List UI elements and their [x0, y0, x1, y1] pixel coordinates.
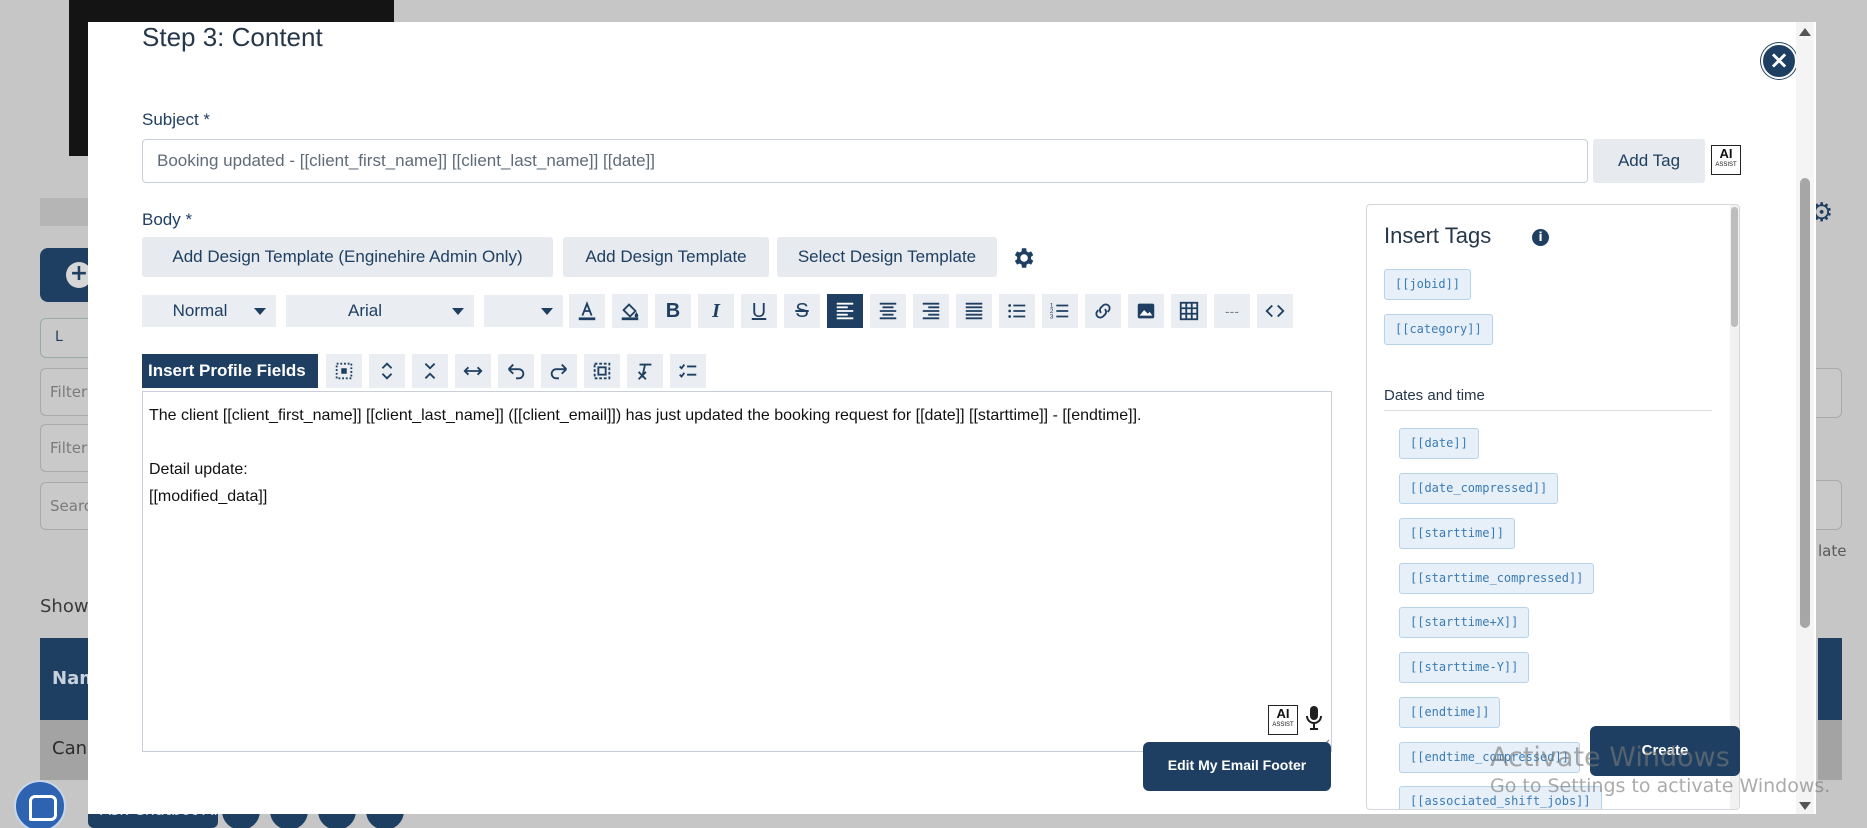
background-pill-label: L — [55, 329, 63, 345]
tag-endtime[interactable]: [[endtime]] — [1399, 697, 1501, 728]
tags-panel-scrollbar[interactable] — [1730, 205, 1739, 809]
font-color-icon[interactable] — [569, 294, 605, 328]
font-select-value: Arial — [347, 301, 382, 320]
add-tag-button[interactable]: Add Tag — [1593, 139, 1705, 183]
body-editor[interactable]: The client [[client_first_name]] [[clien… — [142, 391, 1332, 752]
scroll-down-icon[interactable] — [1799, 802, 1811, 810]
background-filter-2: Filter — [40, 424, 90, 472]
ai-assist-sub: ASSIST — [1715, 162, 1737, 168]
code-view-icon[interactable] — [1257, 294, 1293, 328]
background-right-row — [1818, 720, 1842, 780]
edit-email-footer-button[interactable]: Edit My Email Footer — [1143, 742, 1331, 791]
background-right-text: late — [1818, 542, 1847, 560]
body-label: Body * — [142, 210, 193, 229]
align-right-icon[interactable] — [913, 294, 949, 328]
horizontal-rule-icon[interactable]: --- — [1214, 294, 1250, 328]
chevron-down-icon — [254, 308, 266, 315]
tag-starttime[interactable]: [[starttime]] — [1399, 518, 1515, 549]
align-center-icon[interactable] — [870, 294, 906, 328]
undo-icon[interactable] — [498, 354, 534, 388]
expand-icon[interactable] — [369, 354, 405, 388]
microphone-icon[interactable] — [1304, 705, 1324, 731]
tag-starttime-minus-y[interactable]: [[starttime-Y]] — [1399, 652, 1530, 683]
add-design-template-admin-button[interactable]: Add Design Template (Enginehire Admin On… — [142, 237, 553, 277]
italic-icon[interactable]: I — [698, 294, 734, 328]
chevron-down-icon — [452, 308, 464, 315]
show-blocks-icon[interactable] — [584, 354, 620, 388]
tag-date-compressed[interactable]: [[date_compressed]] — [1399, 473, 1559, 504]
insert-profile-fields-button[interactable]: Insert Profile Fields — [142, 354, 318, 388]
editor-line-1: The client [[client_first_name]] [[clien… — [149, 407, 1142, 424]
chat-bubble-icon[interactable] — [14, 780, 66, 828]
bold-icon[interactable]: B — [655, 294, 691, 328]
image-icon[interactable] — [1128, 294, 1164, 328]
editor-line-3: Detail update: — [149, 461, 248, 478]
tags-panel-scroll-thumb[interactable] — [1731, 207, 1738, 327]
background-right-header — [1818, 638, 1842, 720]
close-icon[interactable]: × — [1761, 43, 1797, 79]
background-table-row: Cancel — [40, 720, 90, 780]
tag-endtime-compressed[interactable]: [[endtime_compressed]] — [1399, 742, 1580, 773]
bullet-list-icon[interactable] — [999, 294, 1035, 328]
dates-and-time-heading: Dates and time — [1384, 387, 1712, 411]
tag-jobid[interactable]: [[jobid]] — [1384, 269, 1472, 300]
ai-assist-sub: ASSIST — [1272, 722, 1294, 728]
background-table-header: Name — [40, 638, 90, 720]
insert-tags-title: Insert Tags — [1384, 223, 1492, 248]
size-select[interactable] — [484, 295, 563, 327]
align-left-icon[interactable] — [827, 294, 863, 328]
redo-icon[interactable] — [541, 354, 577, 388]
add-design-template-button[interactable]: Add Design Template — [563, 237, 769, 277]
modal-scrollbar[interactable] — [1796, 22, 1814, 814]
tag-date[interactable]: [[date]] — [1399, 428, 1479, 459]
background-show-label: Show — [40, 596, 89, 617]
insert-tags-panel: Insert Tags i [[jobid]] [[category]] Dat… — [1366, 204, 1740, 810]
fill-color-icon[interactable] — [612, 294, 648, 328]
subject-input[interactable]: Booking updated - [[client_first_name]] … — [142, 139, 1588, 183]
collapse-icon[interactable] — [412, 354, 448, 388]
editor-line-2 — [149, 429, 1325, 456]
editor-line-4: [[modified_data]] — [149, 488, 268, 505]
checklist-icon[interactable] — [670, 354, 706, 388]
background-search: Search — [40, 482, 90, 530]
tag-starttime-plus-x[interactable]: [[starttime+X]] — [1399, 607, 1530, 638]
ai-assist-label: AI — [1276, 706, 1290, 721]
scroll-up-icon[interactable] — [1799, 28, 1811, 36]
create-button[interactable]: Create — [1590, 726, 1740, 776]
format-select-value: Normal — [172, 301, 228, 320]
font-select[interactable]: Arial — [286, 295, 474, 327]
tag-starttime-compressed[interactable]: [[starttime_compressed]] — [1399, 563, 1595, 594]
background-right-select — [1814, 368, 1842, 418]
align-justify-icon[interactable] — [956, 294, 992, 328]
svg-text:3: 3 — [1050, 313, 1054, 320]
tag-category[interactable]: [[category]] — [1384, 314, 1493, 345]
select-design-template-button[interactable]: Select Design Template — [777, 237, 997, 277]
clear-format-icon[interactable] — [627, 354, 663, 388]
table-icon[interactable] — [1171, 294, 1207, 328]
horizontal-expand-icon[interactable] — [455, 354, 491, 388]
tag-associated-shift-jobs[interactable]: [[associated_shift_jobs]] — [1399, 786, 1602, 809]
step-content-modal: Step 3: Content × Subject * Booking upda… — [88, 22, 1816, 814]
select-all-icon[interactable] — [326, 354, 362, 388]
background-right-field — [1814, 480, 1842, 530]
strikethrough-icon[interactable]: S — [784, 294, 820, 328]
subject-label: Subject * — [142, 110, 211, 129]
chevron-down-icon — [541, 308, 553, 315]
gear-icon[interactable] — [1010, 245, 1036, 271]
modal-title: Step 3: Content — [142, 22, 323, 52]
numbered-list-icon[interactable]: 123 — [1042, 294, 1078, 328]
format-select[interactable]: Normal — [142, 295, 276, 327]
underline-icon[interactable]: U — [741, 294, 777, 328]
link-icon[interactable] — [1085, 294, 1121, 328]
modal-scroll-thumb[interactable] — [1800, 178, 1810, 628]
ai-assist-subject-button[interactable]: AI ASSIST — [1711, 145, 1741, 175]
ai-assist-label: AI — [1719, 146, 1733, 161]
background-filter-1: Filter — [40, 368, 90, 416]
ai-assist-body-button[interactable]: AI ASSIST — [1268, 705, 1298, 735]
info-icon[interactable]: i — [1532, 229, 1549, 246]
